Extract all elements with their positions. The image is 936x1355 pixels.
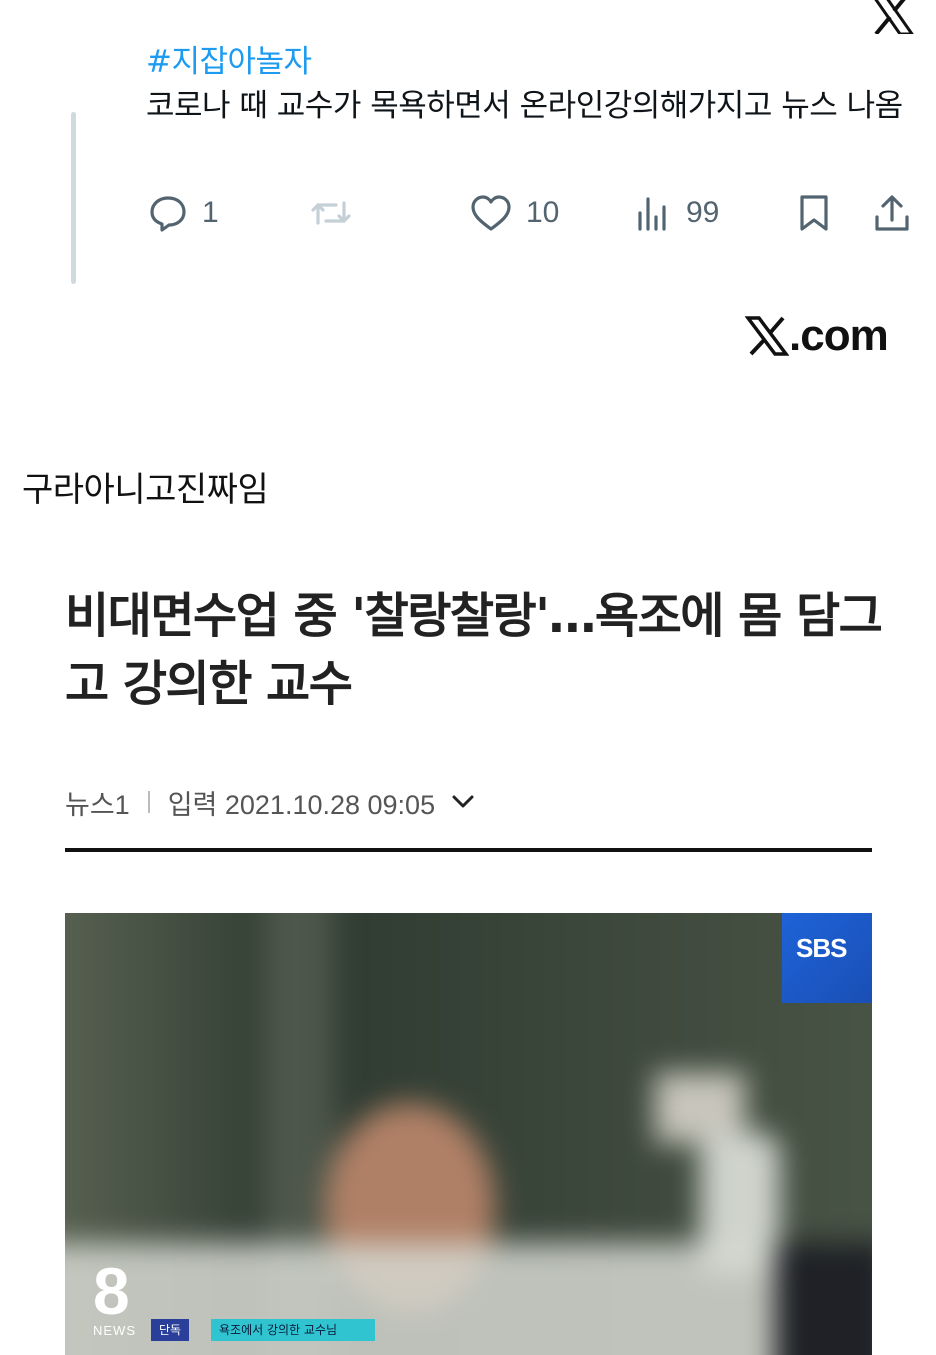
tweet-actions: 1 10 99 [0, 190, 936, 240]
chevron-down-icon[interactable] [451, 794, 475, 810]
reply-icon [150, 196, 186, 232]
x-logo-icon [874, 0, 914, 34]
share-icon [875, 195, 909, 231]
retweet-icon [311, 201, 351, 225]
share-button[interactable] [872, 190, 912, 236]
news-video-still: SBS 8 NEWS 단독 욕조에서 강의한 교수님 [65, 913, 872, 1355]
article-headline: 비대면수업 중 '찰랑찰랑'…욕조에 몸 담그고 강의한 교수 [65, 588, 883, 712]
hashtag-link[interactable]: #지잡아놀자 [146, 36, 312, 81]
reply-count: 1 [202, 196, 219, 229]
views-count: 99 [686, 196, 720, 229]
blurred-scene [65, 913, 872, 1355]
meta-divider [147, 791, 150, 813]
exclusive-tag: 단독 [151, 1319, 190, 1341]
views-icon [638, 197, 666, 231]
article-meta: 뉴스1 입력 2021.10.28 09:05 [65, 782, 475, 822]
program-number: 8 [93, 1254, 130, 1328]
site-domain: .com [789, 311, 889, 360]
like-button[interactable]: 10 [470, 190, 559, 236]
article-source[interactable]: 뉴스1 [65, 783, 130, 822]
bookmark-icon [800, 195, 828, 231]
post-caption: 구라아니고진짜임 [22, 470, 269, 510]
bookmark-button[interactable] [796, 190, 832, 236]
article-divider [65, 848, 872, 852]
views-button[interactable]: 99 [636, 190, 719, 236]
article-date: 입력 2021.10.28 09:05 [167, 789, 436, 820]
broadcaster-name: SBS [796, 933, 847, 963]
x-logo-icon [745, 316, 789, 356]
reply-button[interactable]: 1 [148, 190, 219, 236]
program-label: NEWS [93, 1323, 136, 1338]
x-com-brand: .com [745, 306, 889, 366]
broadcaster-logo: SBS [782, 913, 872, 1003]
like-icon [471, 195, 511, 231]
retweet-button[interactable] [310, 190, 366, 236]
like-count: 10 [526, 196, 560, 229]
tweet-text: 코로나 때 교수가 목욕하면서 온라인강의해가지고 뉴스 나옴 [146, 88, 903, 124]
lower-third-caption: 욕조에서 강의한 교수님 [211, 1319, 375, 1341]
